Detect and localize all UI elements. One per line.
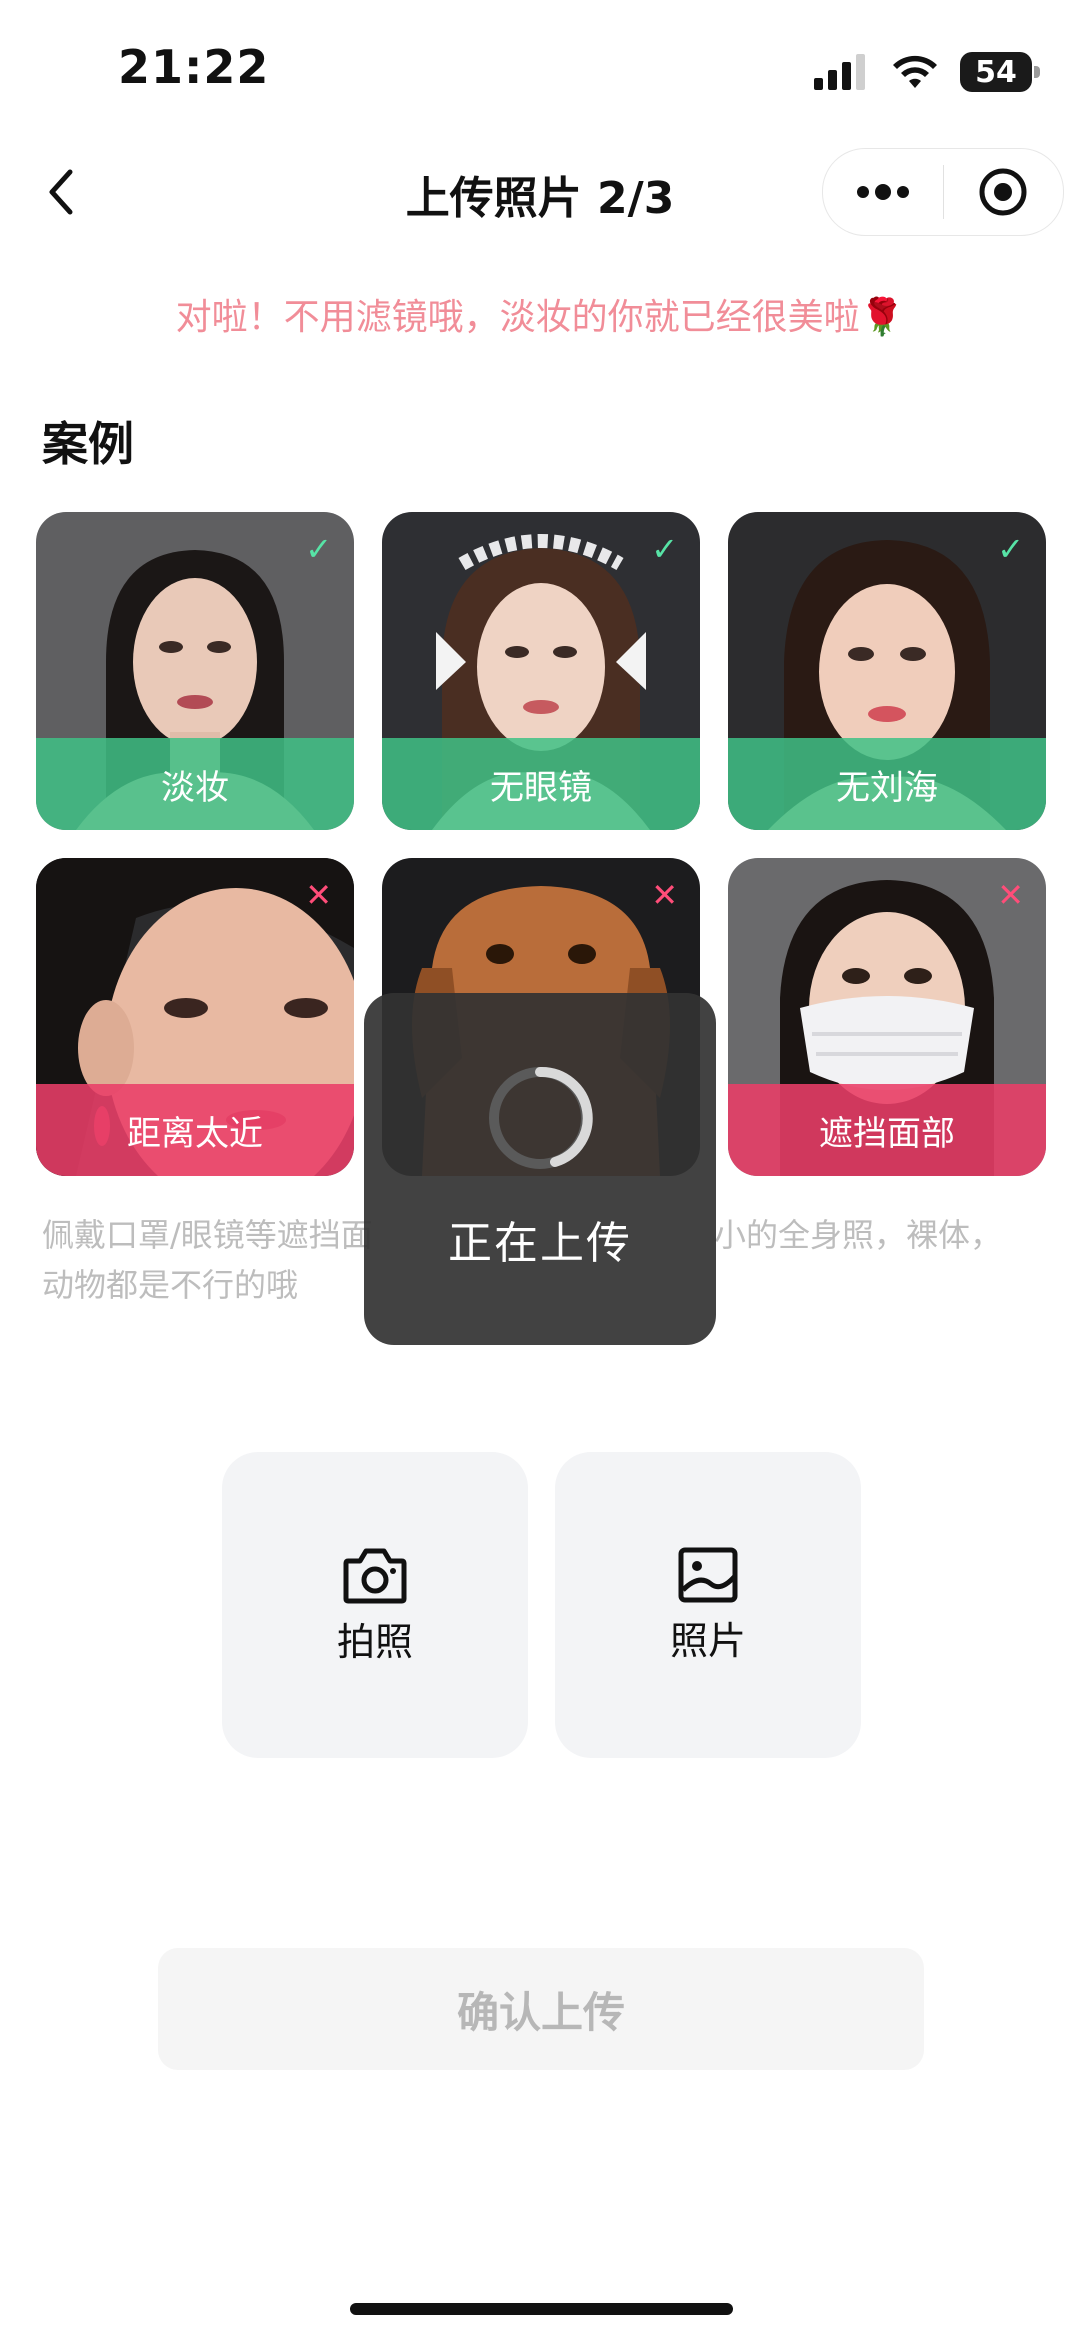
example-card-face-covered: ✕ 遮挡面部	[728, 858, 1046, 1176]
cellular-signal-icon	[814, 54, 865, 90]
example-card-no-bangs: ✓ 无刘海	[728, 512, 1046, 830]
description-line1-end: 小的全身照，裸体，	[714, 1216, 1003, 1254]
status-icons: 54	[814, 48, 1040, 96]
check-icon: ✓	[305, 530, 332, 568]
cross-icon: ✕	[651, 876, 678, 914]
example-label: 距离太近	[36, 1084, 354, 1176]
battery-level: 54	[975, 54, 1017, 90]
choose-photo-button[interactable]: 照片	[555, 1452, 861, 1758]
example-label: 无眼镜	[382, 738, 700, 830]
choose-photo-label: 照片	[669, 1618, 746, 1663]
example-card-light-makeup: ✓ 淡妆	[36, 512, 354, 830]
cross-icon: ✕	[305, 876, 332, 914]
check-icon: ✓	[997, 530, 1024, 568]
more-dots-icon	[856, 184, 909, 200]
tip-text: 对啦！不用滤镜哦，淡妆的你就已经很美啦🌹	[175, 297, 905, 338]
home-indicator[interactable]	[350, 2303, 733, 2315]
more-button[interactable]	[823, 149, 943, 235]
section-title: 案例	[42, 417, 134, 471]
take-photo-label: 拍照	[336, 1619, 413, 1664]
take-photo-button[interactable]: 拍照	[222, 1452, 528, 1758]
battery-icon: 54	[960, 52, 1040, 92]
description-line1: 佩戴口罩/眼镜等遮挡面	[42, 1216, 373, 1254]
cross-icon: ✕	[997, 876, 1024, 914]
confirm-upload-button[interactable]: 确认上传	[158, 1948, 924, 2070]
wifi-icon	[893, 55, 937, 88]
example-label: 淡妆	[36, 738, 354, 830]
example-card-no-glasses: ✓ 无眼镜	[382, 512, 700, 830]
status-time: 21:22	[118, 40, 270, 94]
close-mini-program-button[interactable]	[944, 149, 1064, 235]
target-circle-icon	[979, 168, 1027, 216]
loading-spinner-icon	[489, 1066, 593, 1169]
mini-program-capsule	[822, 148, 1064, 236]
example-label: 无刘海	[728, 738, 1046, 830]
uploading-toast: 正在上传	[364, 993, 716, 1345]
check-icon: ✓	[651, 530, 678, 568]
uploading-text: 正在上传	[448, 1218, 632, 1269]
example-label: 遮挡面部	[728, 1084, 1046, 1176]
camera-icon	[343, 1548, 407, 1603]
image-icon	[678, 1547, 738, 1602]
example-card-too-close: ✕ 距离太近	[36, 858, 354, 1176]
